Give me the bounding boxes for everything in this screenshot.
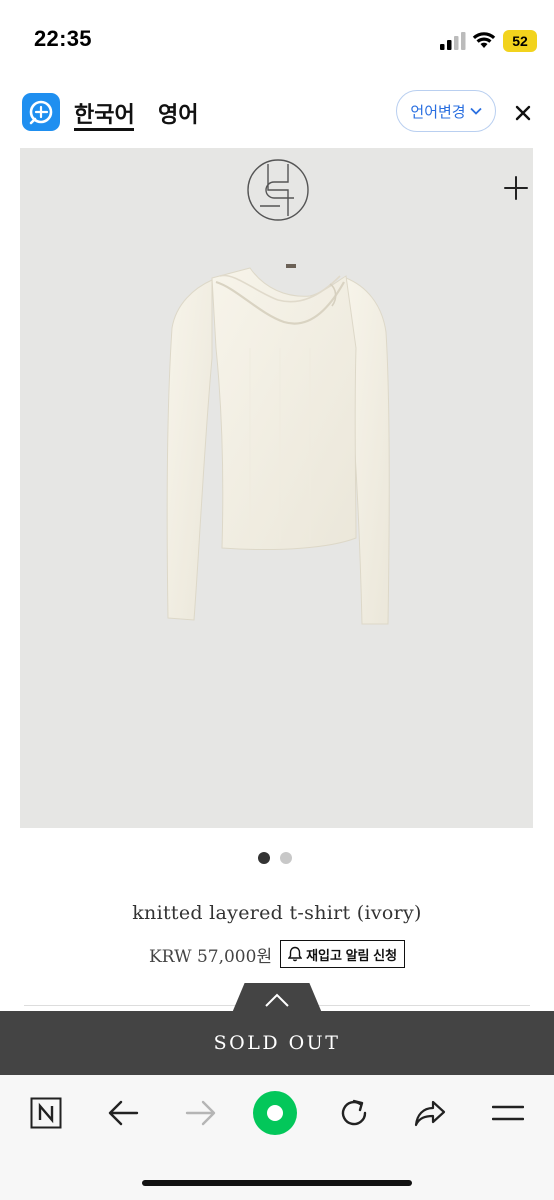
cellular-signal-icon — [440, 32, 466, 50]
menu-icon[interactable] — [490, 1095, 526, 1131]
chevron-up-icon[interactable] — [264, 992, 290, 1008]
translate-bar: 한국어 영어 언어변경 — [0, 80, 554, 146]
naver-green-dot-icon[interactable] — [252, 1090, 298, 1136]
translator-app-logo-icon — [22, 93, 60, 131]
wifi-icon — [472, 32, 496, 48]
bell-icon — [288, 946, 303, 962]
home-indicator — [142, 1180, 412, 1186]
pagination-dot[interactable] — [280, 852, 292, 864]
refresh-icon[interactable] — [336, 1095, 372, 1131]
share-icon[interactable] — [412, 1095, 448, 1131]
restock-alert-label: 재입고 알림 신청 — [306, 947, 398, 963]
brand-emblem-icon — [247, 159, 309, 221]
active-tab-underline — [74, 128, 134, 131]
status-bar: 22:35 52 — [0, 0, 554, 80]
plus-icon[interactable] — [502, 174, 530, 202]
price-row: KRW 57,000원 재입고 알림 신청 — [0, 940, 554, 968]
knitted-shirt-image — [166, 264, 390, 625]
restock-alert-button[interactable]: 재입고 알림 신청 — [280, 940, 406, 968]
product-price: KRW 57,000원 — [148, 946, 273, 967]
chevron-down-icon — [469, 107, 482, 115]
target-language-tab[interactable]: 영어 — [158, 97, 198, 129]
close-icon[interactable] — [510, 100, 536, 126]
change-language-button[interactable]: 언어변경 — [396, 90, 496, 132]
forward-arrow-icon[interactable] — [183, 1095, 219, 1131]
change-language-label: 언어변경 — [410, 103, 466, 121]
image-pagination — [258, 852, 292, 864]
product-image[interactable] — [20, 148, 533, 828]
pagination-dot-active[interactable] — [258, 852, 270, 864]
status-time: 22:35 — [34, 26, 92, 51]
product-name: knitted layered t-shirt (ivory) — [132, 902, 422, 924]
back-arrow-icon[interactable] — [105, 1095, 141, 1131]
battery-indicator: 52 — [503, 30, 537, 52]
sold-out-button[interactable]: SOLD OUT — [0, 1011, 554, 1075]
source-language-tab[interactable]: 한국어 — [74, 97, 135, 129]
naver-home-icon[interactable] — [28, 1095, 64, 1131]
sold-out-label: SOLD OUT — [213, 1032, 341, 1054]
